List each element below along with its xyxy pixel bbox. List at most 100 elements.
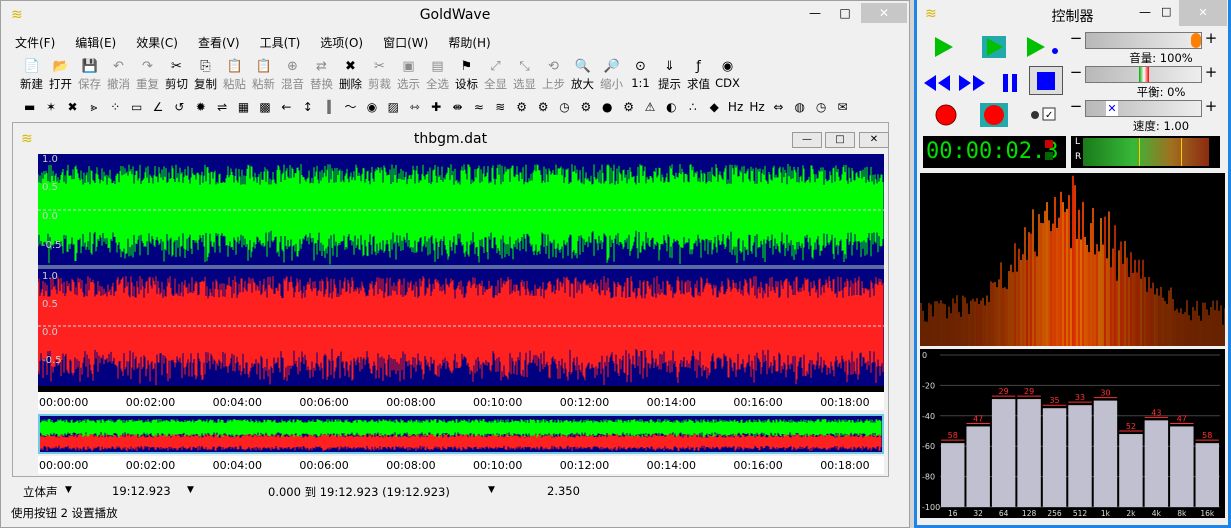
toolbar-button-cue[interactable]: ⇓ 提示 — [655, 57, 684, 93]
volume-decrease-button[interactable]: − — [1069, 30, 1083, 46]
toolbar-button-delete[interactable]: ✖ 删除 — [336, 57, 365, 93]
hz2-icon[interactable]: Hz — [746, 97, 767, 117]
sound-maximize-button[interactable]: □ — [825, 132, 855, 148]
squeeze-icon[interactable]: ⇼ — [447, 97, 468, 117]
volume-thumb[interactable] — [1191, 33, 1201, 48]
toolbar-button-undo[interactable]: ↶ 撤消 — [104, 57, 133, 93]
toolbar-button-select-all[interactable]: ▤ 全选 — [423, 57, 452, 93]
stretch-icon[interactable]: ⇿ — [404, 97, 425, 117]
speed-decrease-button[interactable]: − — [1069, 98, 1083, 114]
dots2-icon[interactable]: ∴ — [682, 97, 703, 117]
menu-item-3[interactable]: 查看(V) — [184, 32, 246, 51]
selection-dropdown-icon[interactable]: ▼ — [488, 485, 495, 495]
toolbar-button-save[interactable]: 💾 保存 — [75, 57, 104, 93]
balance-decrease-button[interactable]: − — [1069, 64, 1083, 80]
speed-thumb[interactable]: ✕ — [1106, 101, 1118, 116]
stop-button[interactable] — [1029, 66, 1063, 95]
dots-icon[interactable]: ⁘ — [105, 97, 126, 117]
gear-icon[interactable]: ✹ — [190, 97, 211, 117]
controller-close-button[interactable]: ✕ — [1179, 0, 1227, 26]
menu-item-1[interactable]: 编辑(E) — [61, 32, 122, 51]
angle-icon[interactable]: ∠ — [147, 97, 168, 117]
updown-icon[interactable]: ↕ — [297, 97, 318, 117]
grid-icon[interactable]: ▦ — [233, 97, 254, 117]
sound-close-button[interactable]: ✕ — [859, 132, 889, 148]
toolbar-button-zoom-1-1[interactable]: ⊙ 1:1 — [626, 57, 655, 93]
menu-item-2[interactable]: 效果(C) — [122, 32, 184, 51]
minimize-button[interactable]: — — [801, 3, 829, 23]
toolbar-button-paste[interactable]: 📋 粘贴 — [220, 57, 249, 93]
rewind-button[interactable] — [920, 68, 954, 97]
toolbar-button-previous[interactable]: ⟲ 上步 — [539, 57, 568, 93]
loop-icon[interactable]: ↺ — [169, 97, 190, 117]
toolbar-button-show-selection[interactable]: ⤡ 选显 — [510, 57, 539, 93]
balance-increase-button[interactable]: + — [1204, 64, 1218, 80]
toolbar-button-zoom-out[interactable]: 🔎 缩小 — [597, 57, 626, 93]
record-selection-button[interactable] — [977, 100, 1011, 129]
menu-item-0[interactable]: 文件(F) — [1, 32, 61, 51]
left-arrow-icon[interactable]: ← — [276, 97, 297, 117]
toolbar-button-open[interactable]: 📂 打开 — [46, 57, 75, 93]
warn-icon[interactable]: ⚠ — [639, 97, 660, 117]
toolbar-button-trim[interactable]: ✂ 剪裁 — [365, 57, 394, 93]
wave-icon[interactable]: 〜 — [340, 97, 361, 117]
toolbar-button-copy[interactable]: ⎘ 复制 — [191, 57, 220, 93]
waveform-display[interactable]: 1.0 0.5 0.0 -0.5 1.0 0.5 0.0 -0.5 — [37, 154, 884, 388]
arrow-icon[interactable]: ⪢ — [83, 97, 104, 117]
toolbar-button-mix[interactable]: ⊕ 混音 — [278, 57, 307, 93]
bar-icon[interactable]: ▭ — [126, 97, 147, 117]
sound-minimize-button[interactable]: — — [792, 132, 822, 148]
swap-icon[interactable]: ⇌ — [212, 97, 233, 117]
toolbar-button-paste-new[interactable]: 📋 粘新 — [249, 57, 278, 93]
mail-icon[interactable]: ✉ — [832, 97, 853, 117]
globe-icon[interactable]: ◍ — [789, 97, 810, 117]
overview-display[interactable] — [38, 414, 884, 454]
bars-icon[interactable]: ║ — [318, 97, 339, 117]
menu-item-6[interactable]: 窗口(W) — [369, 32, 434, 51]
wave3-icon[interactable]: ≋ — [490, 97, 511, 117]
gear4-icon[interactable]: ⚙ — [575, 97, 596, 117]
controller-minimize-button[interactable]: — — [1139, 5, 1151, 19]
toolbar-button-select-view[interactable]: ▣ 选示 — [394, 57, 423, 93]
gear3-icon[interactable]: ⚙ — [532, 97, 553, 117]
toolbar-button-cut[interactable]: ✂ 剪切 — [162, 57, 191, 93]
fx-icon[interactable]: ✶ — [40, 97, 61, 117]
clock-icon[interactable]: ◷ — [554, 97, 575, 117]
balance-slider[interactable] — [1085, 66, 1202, 83]
arrows-icon[interactable]: ⇔ — [768, 97, 789, 117]
toolbar-button-replace[interactable]: ⇄ 替换 — [307, 57, 336, 93]
timeline-ruler[interactable]: 00:00:00 00:02:00 00:04:00 00:06:00 00:08:00… — [38, 386, 884, 410]
cross-icon[interactable]: ✚ — [425, 97, 446, 117]
menu-item-5[interactable]: 选项(O) — [306, 32, 369, 51]
clock2-icon[interactable]: ◷ — [810, 97, 831, 117]
maximize-button[interactable]: □ — [831, 3, 859, 23]
speed-slider[interactable]: ✕ — [1085, 100, 1202, 117]
speed-increase-button[interactable]: + — [1204, 98, 1218, 114]
gear5-icon[interactable]: ⚙ — [618, 97, 639, 117]
volume-increase-button[interactable]: + — [1204, 30, 1218, 46]
overview-timeline-ruler[interactable]: 00:00:00 00:02:00 00:04:00 00:06:00 00:08:00… — [38, 456, 884, 474]
pause-button[interactable] — [993, 68, 1027, 97]
play-cue-button[interactable] — [1023, 32, 1058, 61]
disc-icon[interactable]: ● — [597, 97, 618, 117]
fast-forward-button[interactable] — [955, 68, 989, 97]
close-button[interactable]: ✕ — [861, 3, 907, 23]
eye-icon[interactable]: ◉ — [361, 97, 382, 117]
diamond-icon[interactable]: ◆ — [704, 97, 725, 117]
circle-icon[interactable]: ◐ — [661, 97, 682, 117]
channel-dropdown-icon[interactable]: ▼ — [65, 485, 72, 495]
controller-maximize-button[interactable]: □ — [1161, 5, 1171, 18]
menu-item-4[interactable]: 工具(T) — [246, 32, 307, 51]
menu-item-7[interactable]: 帮助(H) — [434, 32, 496, 51]
play-selection-button[interactable] — [977, 32, 1011, 61]
balance-thumb[interactable] — [1139, 67, 1149, 82]
toolbar-button-set-marker[interactable]: ⚑ 设标 — [452, 57, 481, 93]
volume-slider[interactable] — [1085, 32, 1202, 49]
record-options-button[interactable]: ✓ — [1023, 100, 1057, 129]
color-icon[interactable]: ▨ — [383, 97, 404, 117]
toolbar-button-evaluate[interactable]: ƒ 求值 — [684, 57, 713, 93]
wave2-icon[interactable]: ≈ — [468, 97, 489, 117]
toolbar-button-new[interactable]: 📄 新建 — [17, 57, 46, 93]
grid2-icon[interactable]: ▩ — [254, 97, 275, 117]
toolbar-button-zoom-in[interactable]: 🔍 放大 — [568, 57, 597, 93]
